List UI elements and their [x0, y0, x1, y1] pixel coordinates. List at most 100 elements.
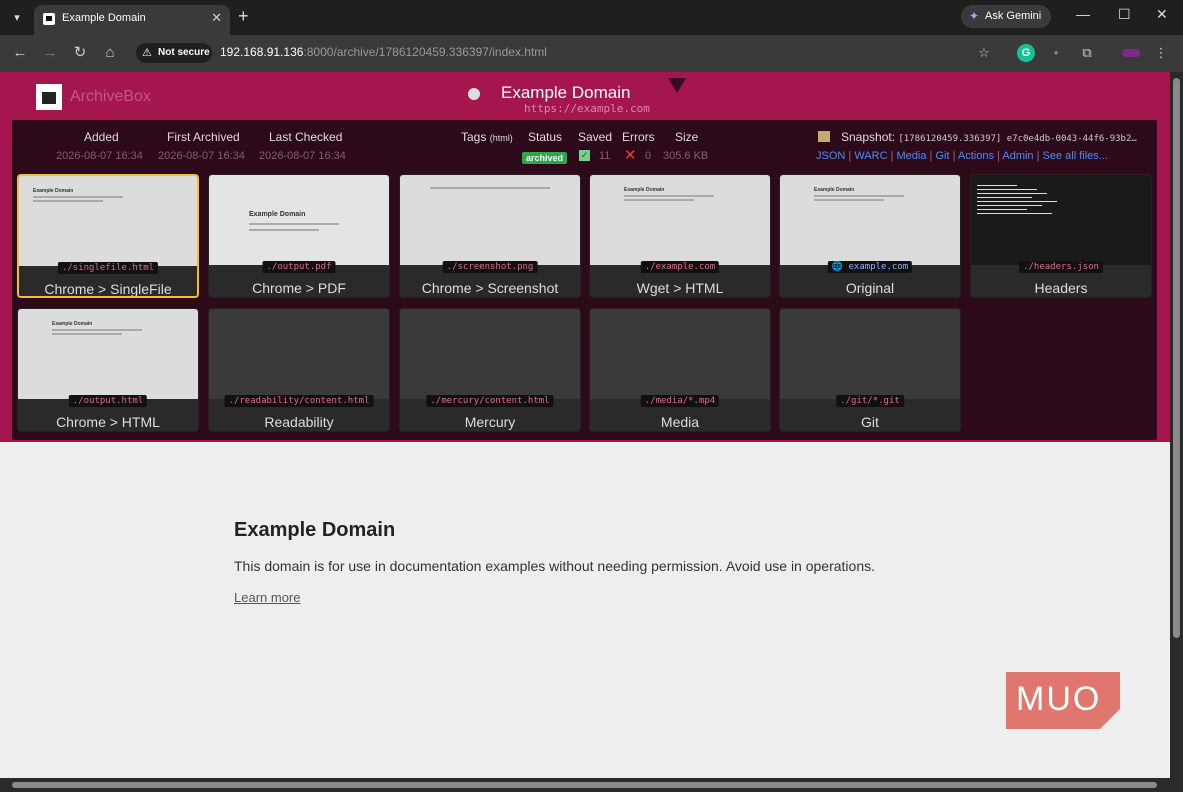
status-badge: archived: [522, 152, 568, 164]
minimize-icon[interactable]: —: [1076, 6, 1090, 22]
tab-search-chevron-icon[interactable]: ▾: [6, 8, 28, 28]
card-path: ./mercury/content.html: [426, 395, 554, 407]
card-original[interactable]: Example Domain 🌐 example.com Original: [779, 174, 961, 298]
url-text[interactable]: 192.168.91.136:8000/archive/1786120459.3…: [220, 45, 547, 59]
preview-line: [624, 195, 714, 197]
card-label: Media: [660, 414, 700, 430]
card-preview: Example Domain: [19, 176, 197, 266]
more-menu-icon[interactable]: ⋮: [1152, 44, 1170, 62]
back-icon[interactable]: ←: [10, 43, 30, 63]
last-checked-header: Last Checked: [269, 130, 343, 144]
bookmark-star-icon[interactable]: ☆: [975, 44, 993, 62]
card-preview: [590, 309, 770, 399]
card-label: Git: [861, 414, 879, 430]
card-media[interactable]: ./media/*.mp4 Media: [589, 308, 771, 432]
grammarly-icon[interactable]: G: [1017, 44, 1035, 62]
link-all-files[interactable]: See all files...: [1043, 150, 1108, 162]
preview-line: [430, 187, 550, 189]
maximize-icon[interactable]: ☐: [1118, 6, 1131, 23]
globe-icon: 🌐: [831, 262, 844, 272]
ask-gemini-label: Ask Gemini: [985, 10, 1042, 22]
link-separator: |: [845, 150, 855, 162]
last-checked-value: 2026-08-07 16:34: [259, 150, 346, 162]
size-value: 305.6 KB: [663, 150, 709, 162]
tags-label: Tags: [461, 130, 487, 144]
code-line: [977, 205, 1042, 206]
link-separator: |: [1033, 150, 1043, 162]
size-header: Size: [675, 130, 699, 144]
preview-mini-title: Example Domain: [33, 188, 74, 194]
preview-line: [249, 229, 319, 231]
card-label: Chrome > Screenshot: [421, 280, 559, 296]
archivebox-logo-icon[interactable]: [36, 84, 62, 110]
ask-gemini-button[interactable]: ✦ Ask Gemini: [961, 5, 1051, 28]
profile-avatar[interactable]: [1122, 49, 1140, 57]
horizontal-scrollbar[interactable]: [0, 778, 1183, 792]
site-favicon-icon: [468, 88, 480, 100]
code-line: [977, 209, 1027, 210]
archivebox-header: ArchiveBox Example Domain https://exampl…: [0, 72, 1170, 442]
code-line: [977, 189, 1037, 190]
warning-icon: ⚠: [142, 47, 152, 59]
card-preview: [400, 175, 580, 265]
link-json[interactable]: JSON: [816, 150, 845, 162]
security-indicator[interactable]: ⚠ Not secure: [136, 43, 212, 63]
snapshot-url[interactable]: https://example.com: [524, 102, 650, 115]
preview-line: [33, 200, 103, 202]
snapshot-box-icon: [818, 131, 830, 142]
vertical-scrollbar[interactable]: [1170, 72, 1183, 778]
forward-icon[interactable]: →: [40, 43, 60, 63]
card-preview: Example Domain: [780, 175, 960, 265]
link-warc[interactable]: WARC: [854, 150, 887, 162]
link-actions[interactable]: Actions: [958, 150, 994, 162]
url-host: 192.168.91.136: [220, 45, 304, 59]
card-wget[interactable]: Example Domain ./example.com Wget > HTML: [589, 174, 771, 298]
code-line: [977, 213, 1052, 214]
card-path: ./output.html: [68, 395, 148, 407]
preview-line: [249, 223, 339, 225]
horizontal-scroll-thumb[interactable]: [12, 782, 1157, 788]
card-readability[interactable]: ./readability/content.html Readability: [208, 308, 390, 432]
card-chrome-html[interactable]: Example Domain ./output.html Chrome > HT…: [17, 308, 199, 432]
toggle-caret-icon[interactable]: [668, 78, 686, 93]
card-path: ./output.pdf: [262, 261, 336, 273]
archivebox-brand[interactable]: ArchiveBox: [70, 88, 151, 106]
extension-dot-icon[interactable]: •: [1047, 44, 1065, 62]
security-label: Not secure: [158, 47, 210, 58]
muo-watermark-logo: MUO: [1006, 672, 1120, 729]
preview-line: [814, 195, 904, 197]
learn-more-link[interactable]: Learn more: [234, 590, 300, 605]
link-admin[interactable]: Admin: [1002, 150, 1033, 162]
card-pdf[interactable]: Example Domain ./output.pdf Chrome > PDF: [208, 174, 390, 298]
tags-html-note: (html): [489, 133, 513, 143]
close-window-icon[interactable]: ✕: [1156, 6, 1168, 23]
card-singlefile[interactable]: Example Domain ./singlefile.html Chrome …: [17, 174, 199, 298]
card-headers[interactable]: ./headers.json Headers: [970, 174, 1152, 298]
card-mercury[interactable]: ./mercury/content.html Mercury: [399, 308, 581, 432]
tab-example-domain[interactable]: Example Domain ✕: [34, 5, 230, 35]
link-git[interactable]: Git: [935, 150, 949, 162]
card-label: Chrome > PDF: [252, 280, 346, 296]
snapshot-label: Snapshot:: [841, 130, 896, 144]
link-media[interactable]: Media: [897, 150, 927, 162]
page-viewport: ArchiveBox Example Domain https://exampl…: [0, 72, 1170, 778]
home-icon[interactable]: ⌂: [100, 43, 120, 63]
extensions-puzzle-icon[interactable]: ⧉: [1078, 44, 1096, 62]
card-path: ./media/*.mp4: [640, 395, 720, 407]
card-label: Headers: [1034, 280, 1088, 296]
new-tab-button[interactable]: +: [238, 6, 249, 27]
first-archived-value: 2026-08-07 16:34: [158, 150, 245, 162]
reload-icon[interactable]: ↻: [70, 43, 90, 63]
url-path: :8000/archive/1786120459.336397/index.ht…: [303, 45, 547, 59]
tab-close-icon[interactable]: ✕: [211, 10, 222, 26]
vertical-scroll-thumb[interactable]: [1173, 78, 1180, 638]
content-heading: Example Domain: [234, 519, 396, 541]
errors-x-icon: ✕: [624, 147, 637, 164]
card-path: ./example.com: [640, 261, 720, 273]
saved-value: 11: [599, 150, 611, 162]
card-git[interactable]: ./git/*.git Git: [779, 308, 961, 432]
added-value: 2026-08-07 16:34: [56, 150, 143, 162]
card-path: ./singlefile.html: [57, 262, 159, 274]
card-screenshot[interactable]: ./screenshot.png Chrome > Screenshot: [399, 174, 581, 298]
card-path: ./git/*.git: [836, 395, 904, 407]
